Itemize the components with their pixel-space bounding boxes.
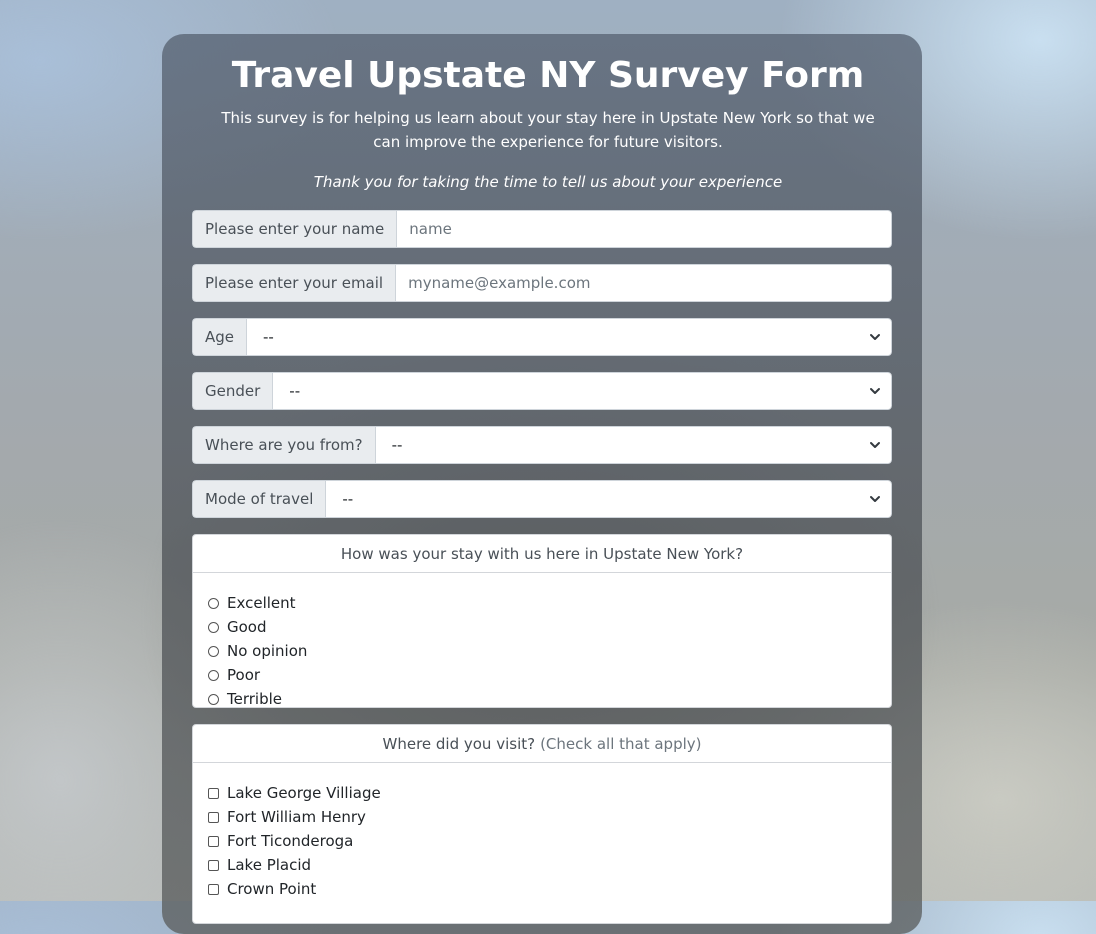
travel-mode-select[interactable]: -- xyxy=(325,480,892,518)
stay-option-label: Terrible xyxy=(227,690,282,708)
stay-rating-panel: How was your stay with us here in Upstat… xyxy=(192,534,892,708)
visited-question-text: Where did you visit? xyxy=(382,734,536,753)
visited-places-options: Lake George Villiage Fort William Henry … xyxy=(193,763,891,901)
radio-button[interactable] xyxy=(208,693,219,705)
visited-option-fort-william-henry[interactable]: Fort William Henry xyxy=(208,805,891,829)
stay-option-excellent[interactable]: Excellent xyxy=(208,591,891,615)
checkbox[interactable] xyxy=(208,811,219,823)
checkbox[interactable] xyxy=(208,787,219,799)
age-selected-value: -- xyxy=(263,328,274,346)
stay-option-label: Excellent xyxy=(227,594,296,612)
page-title: Travel Upstate NY Survey Form xyxy=(231,55,865,96)
radio-button[interactable] xyxy=(208,645,219,657)
age-label: Age xyxy=(192,318,247,356)
name-field-group: Please enter your name name xyxy=(192,210,892,248)
travel-mode-field-group: Mode of travel -- xyxy=(192,480,892,518)
visited-option-crown-point[interactable]: Crown Point xyxy=(208,877,891,901)
origin-select[interactable]: -- xyxy=(374,426,892,464)
name-label: Please enter your name xyxy=(192,210,397,248)
origin-label: Where are you from? xyxy=(192,426,375,464)
chevron-down-icon xyxy=(870,442,880,448)
stay-rating-question: How was your stay with us here in Upstat… xyxy=(193,535,891,573)
visited-option-label: Fort William Henry xyxy=(227,808,366,826)
gender-select[interactable]: -- xyxy=(272,372,892,410)
stay-option-label: No opinion xyxy=(227,642,308,660)
checkbox[interactable] xyxy=(208,883,219,895)
chevron-down-icon xyxy=(870,388,880,394)
visited-option-label: Lake George Villiage xyxy=(227,784,381,802)
chevron-down-icon xyxy=(870,334,880,340)
email-label: Please enter your email xyxy=(192,264,396,302)
checkbox[interactable] xyxy=(208,859,219,871)
chevron-down-icon xyxy=(870,496,880,502)
visited-places-question: Where did you visit? (Check all that app… xyxy=(193,725,891,763)
visited-option-label: Crown Point xyxy=(227,880,317,898)
visited-option-fort-ticonderoga[interactable]: Fort Ticonderoga xyxy=(208,829,891,853)
stay-rating-options: Excellent Good No opinion Poor Terrible xyxy=(193,573,891,711)
checkbox[interactable] xyxy=(208,835,219,847)
stay-option-terrible[interactable]: Terrible xyxy=(208,687,891,711)
age-field-group: Age -- xyxy=(192,318,892,356)
stay-option-poor[interactable]: Poor xyxy=(208,663,891,687)
visited-option-label: Fort Ticonderoga xyxy=(227,832,354,850)
radio-button[interactable] xyxy=(208,621,219,633)
stay-option-label: Good xyxy=(227,618,267,636)
radio-button[interactable] xyxy=(208,597,219,609)
age-select[interactable]: -- xyxy=(246,318,892,356)
visited-option-label: Lake Placid xyxy=(227,856,312,874)
stay-option-no-opinion[interactable]: No opinion xyxy=(208,639,891,663)
stay-option-good[interactable]: Good xyxy=(208,615,891,639)
email-field-group: Please enter your email myname@example.c… xyxy=(192,264,892,302)
visited-places-panel: Where did you visit? (Check all that app… xyxy=(192,724,892,924)
radio-button[interactable] xyxy=(208,669,219,681)
stay-option-label: Poor xyxy=(227,666,261,684)
name-input[interactable]: name xyxy=(396,210,892,248)
origin-field-group: Where are you from? -- xyxy=(192,426,892,464)
visited-option-lake-placid[interactable]: Lake Placid xyxy=(208,853,891,877)
survey-description: This survey is for helping us learn abou… xyxy=(221,109,875,151)
email-input[interactable]: myname@example.com xyxy=(395,264,892,302)
thank-you-note: Thank you for taking the time to tell us… xyxy=(313,173,783,191)
visited-question-hint: (Check all that apply) xyxy=(540,734,702,753)
visited-option-lake-george[interactable]: Lake George Villiage xyxy=(208,781,891,805)
travel-mode-selected-value: -- xyxy=(342,490,354,508)
travel-mode-label: Mode of travel xyxy=(192,480,326,518)
gender-label: Gender xyxy=(192,372,273,410)
gender-field-group: Gender -- xyxy=(192,372,892,410)
origin-selected-value: -- xyxy=(391,436,403,454)
gender-selected-value: -- xyxy=(289,382,301,400)
